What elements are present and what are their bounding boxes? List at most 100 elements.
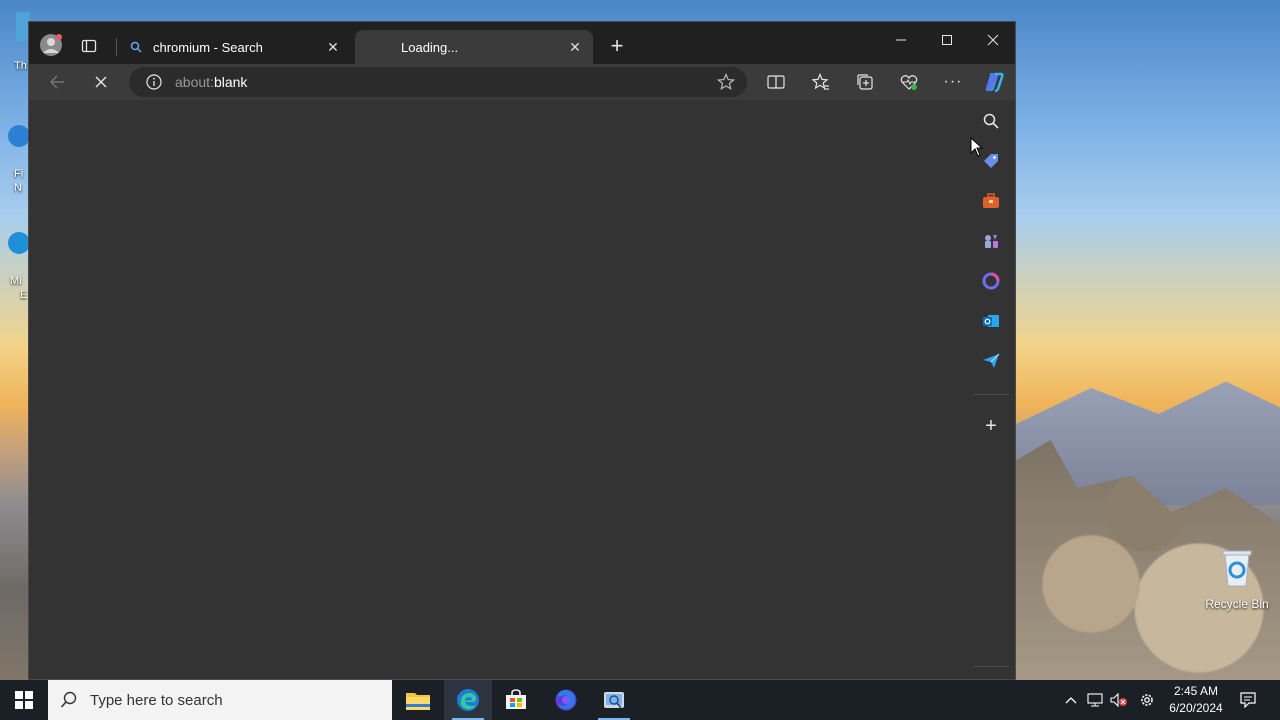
new-tab-button[interactable]: + [605, 33, 629, 58]
gear-icon [1141, 694, 1153, 706]
maximize-icon [942, 35, 952, 45]
profile-avatar[interactable] [37, 31, 65, 59]
title-bar: chromium - Search ✕ Loading... ✕ + [29, 22, 1015, 64]
close-tab-icon[interactable]: ✕ [565, 37, 585, 57]
browser-essentials-button[interactable] [897, 70, 921, 94]
snipping-icon [604, 692, 624, 709]
plus-icon: + [610, 33, 624, 58]
notifications-button[interactable] [1236, 680, 1260, 720]
taskbar-file-explorer[interactable] [394, 680, 442, 720]
desktop-icon-app[interactable] [8, 125, 30, 147]
tab-title: chromium - Search [153, 39, 263, 55]
sidebar-games-button[interactable] [979, 229, 1003, 253]
edge-sidebar: + [969, 100, 1015, 679]
chevron-up-icon [1065, 697, 1077, 704]
sidebar-outlook-button[interactable] [979, 309, 1003, 333]
desktop-icon-edge[interactable] [8, 232, 30, 254]
chess-icon [985, 235, 998, 248]
copilot-icon [985, 72, 1004, 93]
search-icon [983, 113, 999, 129]
network-button[interactable] [1084, 680, 1106, 720]
plus-icon: + [985, 414, 997, 437]
close-icon [987, 34, 999, 46]
sidebar-search-button[interactable] [979, 109, 1003, 133]
toolbar: about:blank ··· [29, 64, 1015, 100]
recycle-bin-icon [1222, 550, 1252, 587]
show-hidden-icons-button[interactable] [1060, 680, 1082, 720]
more-menu-button[interactable]: ··· [941, 70, 965, 94]
sidebar-tools-button[interactable] [979, 189, 1003, 213]
split-screen-icon [767, 75, 785, 89]
clock-date: 6/20/2024 [1169, 701, 1223, 715]
address-bar[interactable]: about:blank [129, 67, 747, 97]
more-dots-icon: ··· [943, 73, 963, 90]
tab-title: Loading... [401, 39, 459, 55]
sidebar-add-button[interactable]: + [979, 414, 1003, 438]
volume-button[interactable] [1108, 680, 1130, 720]
taskbar-firefox[interactable] [542, 680, 590, 720]
collections-button[interactable] [853, 70, 877, 94]
windows-logo-icon [15, 691, 33, 709]
address-url[interactable]: about:blank [175, 74, 247, 90]
search-placeholder: Type here to search [90, 691, 223, 709]
settings-button[interactable] [1136, 680, 1158, 720]
mouse-cursor-icon [970, 137, 984, 157]
favorites-icon [812, 73, 829, 90]
network-icon [1087, 693, 1103, 707]
close-window-button[interactable] [981, 28, 1005, 52]
outlook-icon [983, 315, 999, 327]
page-content [29, 100, 969, 679]
taskbar-store[interactable] [492, 680, 540, 720]
url-path: blank [213, 74, 248, 90]
search-icon [129, 40, 143, 54]
browser-window: chromium - Search ✕ Loading... ✕ + about… [28, 21, 1016, 680]
store-icon [506, 689, 526, 709]
recycle-bin-label: Recycle Bin [1205, 597, 1269, 611]
url-scheme: about: [175, 74, 214, 90]
search-icon [60, 691, 78, 709]
favorites-button[interactable] [809, 70, 833, 94]
volume-muted-icon [1110, 693, 1127, 707]
close-icon [95, 76, 107, 88]
desktop-label-5: E [20, 289, 28, 301]
taskbar: Type here to search 2:45 AM 6/20/2024 [0, 680, 1280, 720]
desktop-label-3: N [14, 182, 22, 194]
sidebar-m365-button[interactable] [979, 269, 1003, 293]
send-icon [983, 353, 1000, 368]
stop-loading-button[interactable] [89, 70, 113, 94]
split-screen-button[interactable] [764, 70, 788, 94]
close-tab-icon[interactable]: ✕ [323, 37, 343, 57]
file-explorer-icon [406, 693, 430, 710]
start-button[interactable] [0, 680, 48, 720]
tab-chromium-search[interactable]: chromium - Search ✕ [117, 30, 351, 64]
tag-icon [984, 154, 998, 168]
loading-spinner-icon [367, 40, 381, 54]
sidebar-drop-button[interactable] [979, 349, 1003, 373]
toolbox-icon [983, 193, 999, 208]
collections-icon [857, 74, 873, 90]
taskbar-edge[interactable] [444, 680, 492, 720]
desktop-label-2: Fi [14, 168, 24, 180]
maximize-button[interactable] [935, 28, 959, 52]
recycle-bin[interactable]: Recycle Bin [1204, 548, 1270, 611]
firefox-icon [555, 689, 577, 711]
info-icon[interactable] [145, 73, 163, 91]
favorite-star-icon[interactable] [716, 72, 736, 96]
sidebar-bottom-separator [973, 666, 1009, 667]
notification-icon [1240, 692, 1256, 708]
minimize-button[interactable] [889, 28, 913, 52]
heartbeat-icon [900, 75, 918, 90]
minimize-icon [896, 39, 906, 41]
taskbar-snipping-tool[interactable] [590, 680, 638, 720]
taskbar-search-box[interactable]: Type here to search [48, 680, 392, 720]
edge-icon [457, 689, 479, 711]
back-button[interactable] [45, 70, 69, 94]
tab-loading[interactable]: Loading... ✕ [355, 30, 593, 64]
desktop-left-icons: Th Fi N Mi E [0, 0, 30, 680]
sidebar-separator [973, 394, 1009, 395]
microsoft-365-icon [982, 272, 1000, 290]
copilot-button[interactable] [981, 69, 1007, 95]
taskbar-clock[interactable]: 2:45 AM 6/20/2024 [1160, 683, 1232, 717]
tab-actions-button[interactable] [77, 34, 101, 58]
profile-icon [40, 34, 62, 56]
